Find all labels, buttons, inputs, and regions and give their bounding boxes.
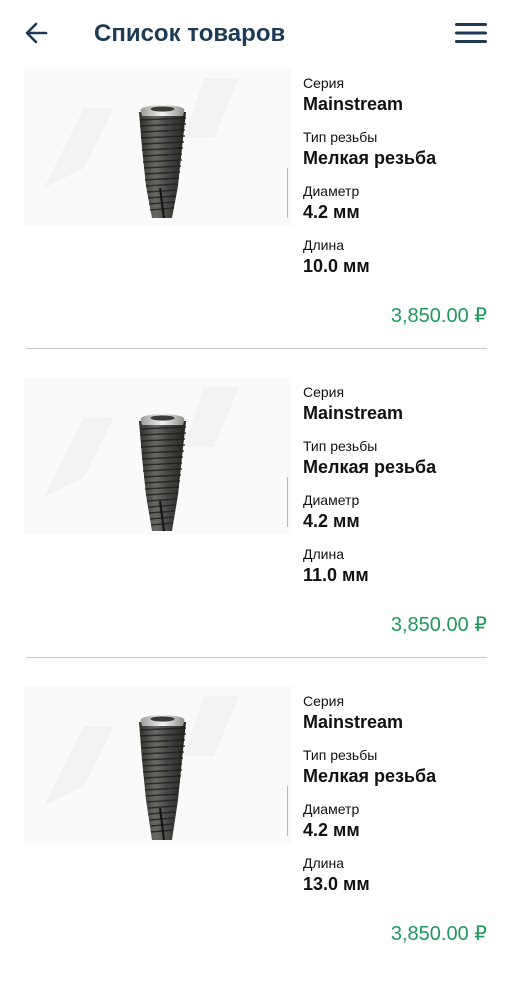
diameter-value: 4.2 мм xyxy=(303,202,360,222)
series-label: Серия xyxy=(303,75,345,91)
series-label: Серия xyxy=(303,384,345,400)
series-label: Серия xyxy=(303,693,345,709)
page-title: Список товаров xyxy=(94,20,286,47)
app-header: Список товаров xyxy=(0,0,513,68)
thread-type-value: Мелкая резьба xyxy=(303,766,437,786)
hamburger-menu-icon xyxy=(455,23,487,43)
dental-implant-image xyxy=(44,696,288,841)
thread-type-label: Тип резьбы xyxy=(303,747,378,763)
thread-type-value: Мелкая резьба xyxy=(303,148,437,168)
product-image xyxy=(24,377,292,535)
divider xyxy=(26,657,487,658)
back-button[interactable] xyxy=(22,18,52,48)
diameter-label: Диаметр xyxy=(303,492,360,508)
product-specs: Серия Mainstream Тип резьбы Мелкая резьб… xyxy=(303,74,503,290)
thread-type-value: Мелкая резьба xyxy=(303,457,437,477)
product-specs: Серия Mainstream Тип резьбы Мелкая резьб… xyxy=(303,383,503,599)
product-image xyxy=(24,68,292,226)
length-label: Длина xyxy=(303,546,344,562)
product-card[interactable]: Серия Mainstream Тип резьбы Мелкая резьб… xyxy=(0,68,513,377)
product-card[interactable]: Серия Mainstream Тип резьбы Мелкая резьб… xyxy=(0,686,513,995)
length-label: Длина xyxy=(303,855,344,871)
length-value: 10.0 мм xyxy=(303,256,370,276)
product-specs: Серия Mainstream Тип резьбы Мелкая резьб… xyxy=(303,692,503,908)
product-image xyxy=(24,686,292,844)
menu-button[interactable] xyxy=(452,18,490,48)
thread-type-label: Тип резьбы xyxy=(303,438,378,454)
dental-implant-image xyxy=(44,78,288,219)
series-value: Mainstream xyxy=(303,403,404,423)
dental-implant-image xyxy=(44,387,288,532)
series-value: Mainstream xyxy=(303,712,404,732)
diameter-label: Диаметр xyxy=(303,801,360,817)
diameter-label: Диаметр xyxy=(303,183,360,199)
length-value: 13.0 мм xyxy=(303,874,370,894)
series-value: Mainstream xyxy=(303,94,404,114)
product-list: Серия Mainstream Тип резьбы Мелкая резьб… xyxy=(0,68,513,995)
thread-type-label: Тип резьбы xyxy=(303,129,378,145)
length-label: Длина xyxy=(303,237,344,253)
divider xyxy=(26,348,487,349)
diameter-value: 4.2 мм xyxy=(303,820,360,840)
product-price: 3,850.00 ₽ xyxy=(390,923,487,945)
product-price: 3,850.00 ₽ xyxy=(390,305,487,327)
product-price: 3,850.00 ₽ xyxy=(390,614,487,636)
length-value: 11.0 мм xyxy=(303,565,369,585)
arrow-left-icon xyxy=(25,22,48,44)
diameter-value: 4.2 мм xyxy=(303,511,360,531)
product-card[interactable]: Серия Mainstream Тип резьбы Мелкая резьб… xyxy=(0,377,513,686)
